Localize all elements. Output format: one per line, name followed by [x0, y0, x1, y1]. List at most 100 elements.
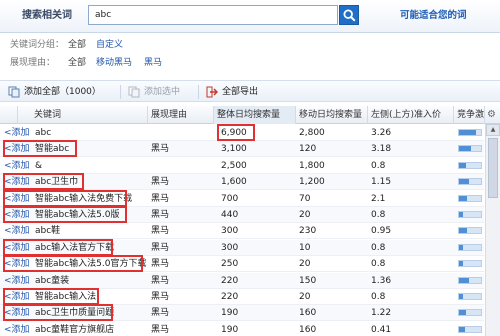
competition-bar — [458, 194, 482, 202]
scroll-up-arrow[interactable]: ▲ — [486, 124, 500, 136]
entry-price-cell: 0.41 — [371, 324, 392, 335]
competition-bar — [458, 260, 482, 268]
keyword-cell: abc — [35, 128, 52, 138]
add-keyword-link[interactable]: <添加 — [4, 158, 34, 174]
total-search-cell: 3,100 — [221, 144, 247, 155]
competition-bar — [458, 129, 482, 136]
competition-bar — [458, 276, 482, 284]
total-search-cell: 190 — [221, 324, 239, 335]
add-all-button[interactable]: 添加全部（1000） — [8, 84, 118, 100]
add-copy-icon — [8, 86, 20, 98]
mobile-search-cell: 2,800 — [299, 128, 325, 138]
competition-bar-fill — [459, 179, 469, 185]
reason-cell: 黑马 — [151, 292, 170, 302]
competition-bar-fill — [459, 195, 467, 201]
mobile-search-cell: 160 — [299, 324, 317, 335]
header-competition[interactable]: 竞争激烈 — [454, 106, 485, 124]
total-search-cell: 440 — [221, 210, 239, 220]
filter-group-all[interactable]: 全部 — [68, 38, 86, 52]
add-keyword-link[interactable]: <添加 — [4, 125, 34, 141]
toolbar: 添加全部（1000） 添加选中 全部导出 — [0, 80, 500, 102]
search-box[interactable] — [88, 5, 338, 25]
total-search-cell: 190 — [221, 308, 239, 319]
mobile-search-cell: 20 — [299, 292, 311, 302]
table-row[interactable]: <添加 & 2,500 1,800 0.8 — [0, 158, 484, 174]
filter-reason-darkhorse[interactable]: 黑马 — [144, 56, 162, 70]
keyword-group-filter: 关键词分组： 全部 自定义 — [10, 38, 210, 52]
table-row[interactable]: <添加 abc鞋 黑马 300 230 0.95 — [0, 223, 484, 240]
search-title: 搜索相关词 — [22, 10, 72, 21]
total-search-cell: 220 — [221, 275, 239, 286]
mobile-search-cell: 20 — [299, 210, 311, 220]
reason-cell: 黑马 — [151, 193, 170, 204]
scroll-thumb[interactable] — [488, 138, 498, 198]
entry-price-cell: 1.22 — [371, 308, 392, 319]
toolbar-divider — [198, 85, 199, 99]
keyword-cell: abc鞋 — [35, 226, 61, 237]
search-input[interactable] — [89, 6, 329, 24]
reason-cell: 黑马 — [151, 242, 170, 253]
export-arrow-icon — [206, 86, 218, 98]
add-keyword-link[interactable]: <添加 — [4, 273, 34, 289]
header-keyword[interactable]: 关键词 — [18, 106, 148, 124]
export-all-button[interactable]: 全部导出 — [206, 84, 276, 100]
reason-cell: 黑马 — [151, 308, 170, 319]
keyword-cell: & — [35, 160, 43, 171]
total-search-cell: 300 — [221, 242, 239, 253]
header-reason[interactable]: 展现理由 — [148, 106, 214, 124]
reason-cell: 黑马 — [151, 259, 170, 270]
entry-price-cell: 0.8 — [371, 242, 386, 253]
competition-bar — [458, 161, 482, 169]
mobile-search-cell: 10 — [299, 242, 311, 253]
competition-bar — [458, 227, 482, 235]
entry-price-cell: 0.8 — [371, 160, 386, 171]
total-search-cell: 1,600 — [221, 177, 247, 188]
add-keyword-link[interactable]: <添加 — [4, 322, 34, 336]
total-search-cell: 300 — [221, 226, 239, 237]
reason-cell: 黑马 — [151, 177, 170, 188]
reason-cell: 黑马 — [151, 324, 170, 335]
filter-group-custom[interactable]: 自定义 — [96, 38, 123, 52]
reason-label: 展现理由： — [10, 58, 56, 68]
competition-bar-fill — [459, 244, 463, 250]
search-icon — [343, 9, 356, 22]
total-search-cell: 700 — [221, 193, 239, 204]
competition-bar — [458, 309, 482, 317]
add-selected-button[interactable]: 添加选中 — [128, 84, 198, 100]
competition-bar-fill — [459, 294, 463, 299]
competition-bar-fill — [459, 261, 463, 267]
table-row[interactable]: <添加 abc童装 黑马 220 150 1.36 — [0, 272, 484, 289]
highlight-box — [3, 288, 99, 305]
reason-cell: 黑马 — [151, 144, 170, 155]
mobile-search-cell: 1,800 — [299, 160, 325, 171]
competition-bar-fill — [459, 146, 471, 152]
header-entry-price[interactable]: 左侧(上方)准入价 — [368, 106, 454, 124]
highlight-box — [3, 189, 128, 207]
add-keyword-link[interactable]: <添加 — [4, 223, 34, 239]
gear-icon[interactable]: ⚙ — [487, 109, 498, 120]
filter-reason-all[interactable]: 全部 — [68, 56, 86, 70]
reason-cell — [151, 158, 211, 174]
entry-price-cell: 1.15 — [371, 177, 392, 188]
total-search-cell: 250 — [221, 259, 239, 270]
suggest-words-link[interactable]: 可能适合您的词 — [400, 9, 496, 23]
mobile-search-cell: 20 — [299, 259, 311, 270]
total-search-cell: 2,500 — [221, 160, 247, 171]
competition-bar-fill — [459, 326, 465, 332]
competition-bar — [458, 178, 482, 186]
vertical-scrollbar[interactable]: ▲ — [485, 124, 500, 336]
competition-bar — [458, 211, 482, 218]
entry-price-cell: 1.36 — [371, 275, 392, 286]
header-mobile-search[interactable]: 移动日均搜索量 — [296, 106, 368, 124]
header-total-search[interactable]: 整体日均搜索量 — [214, 106, 296, 124]
reason-cell: 黑马 — [151, 210, 170, 220]
table-row[interactable]: <添加 abc童鞋官方旗舰店 黑马 190 160 0.41 — [0, 322, 484, 336]
competition-bar — [458, 145, 482, 153]
competition-bar — [458, 243, 482, 251]
mobile-search-cell: 230 — [299, 226, 317, 237]
search-button[interactable] — [339, 5, 359, 25]
entry-price-cell: 3.18 — [371, 144, 392, 155]
keyword-cell: abc童装 — [35, 275, 70, 286]
filter-reason-mobile-darkhorse[interactable]: 移动黑马 — [96, 56, 132, 70]
keyword-group-label: 关键词分组： — [10, 40, 65, 50]
